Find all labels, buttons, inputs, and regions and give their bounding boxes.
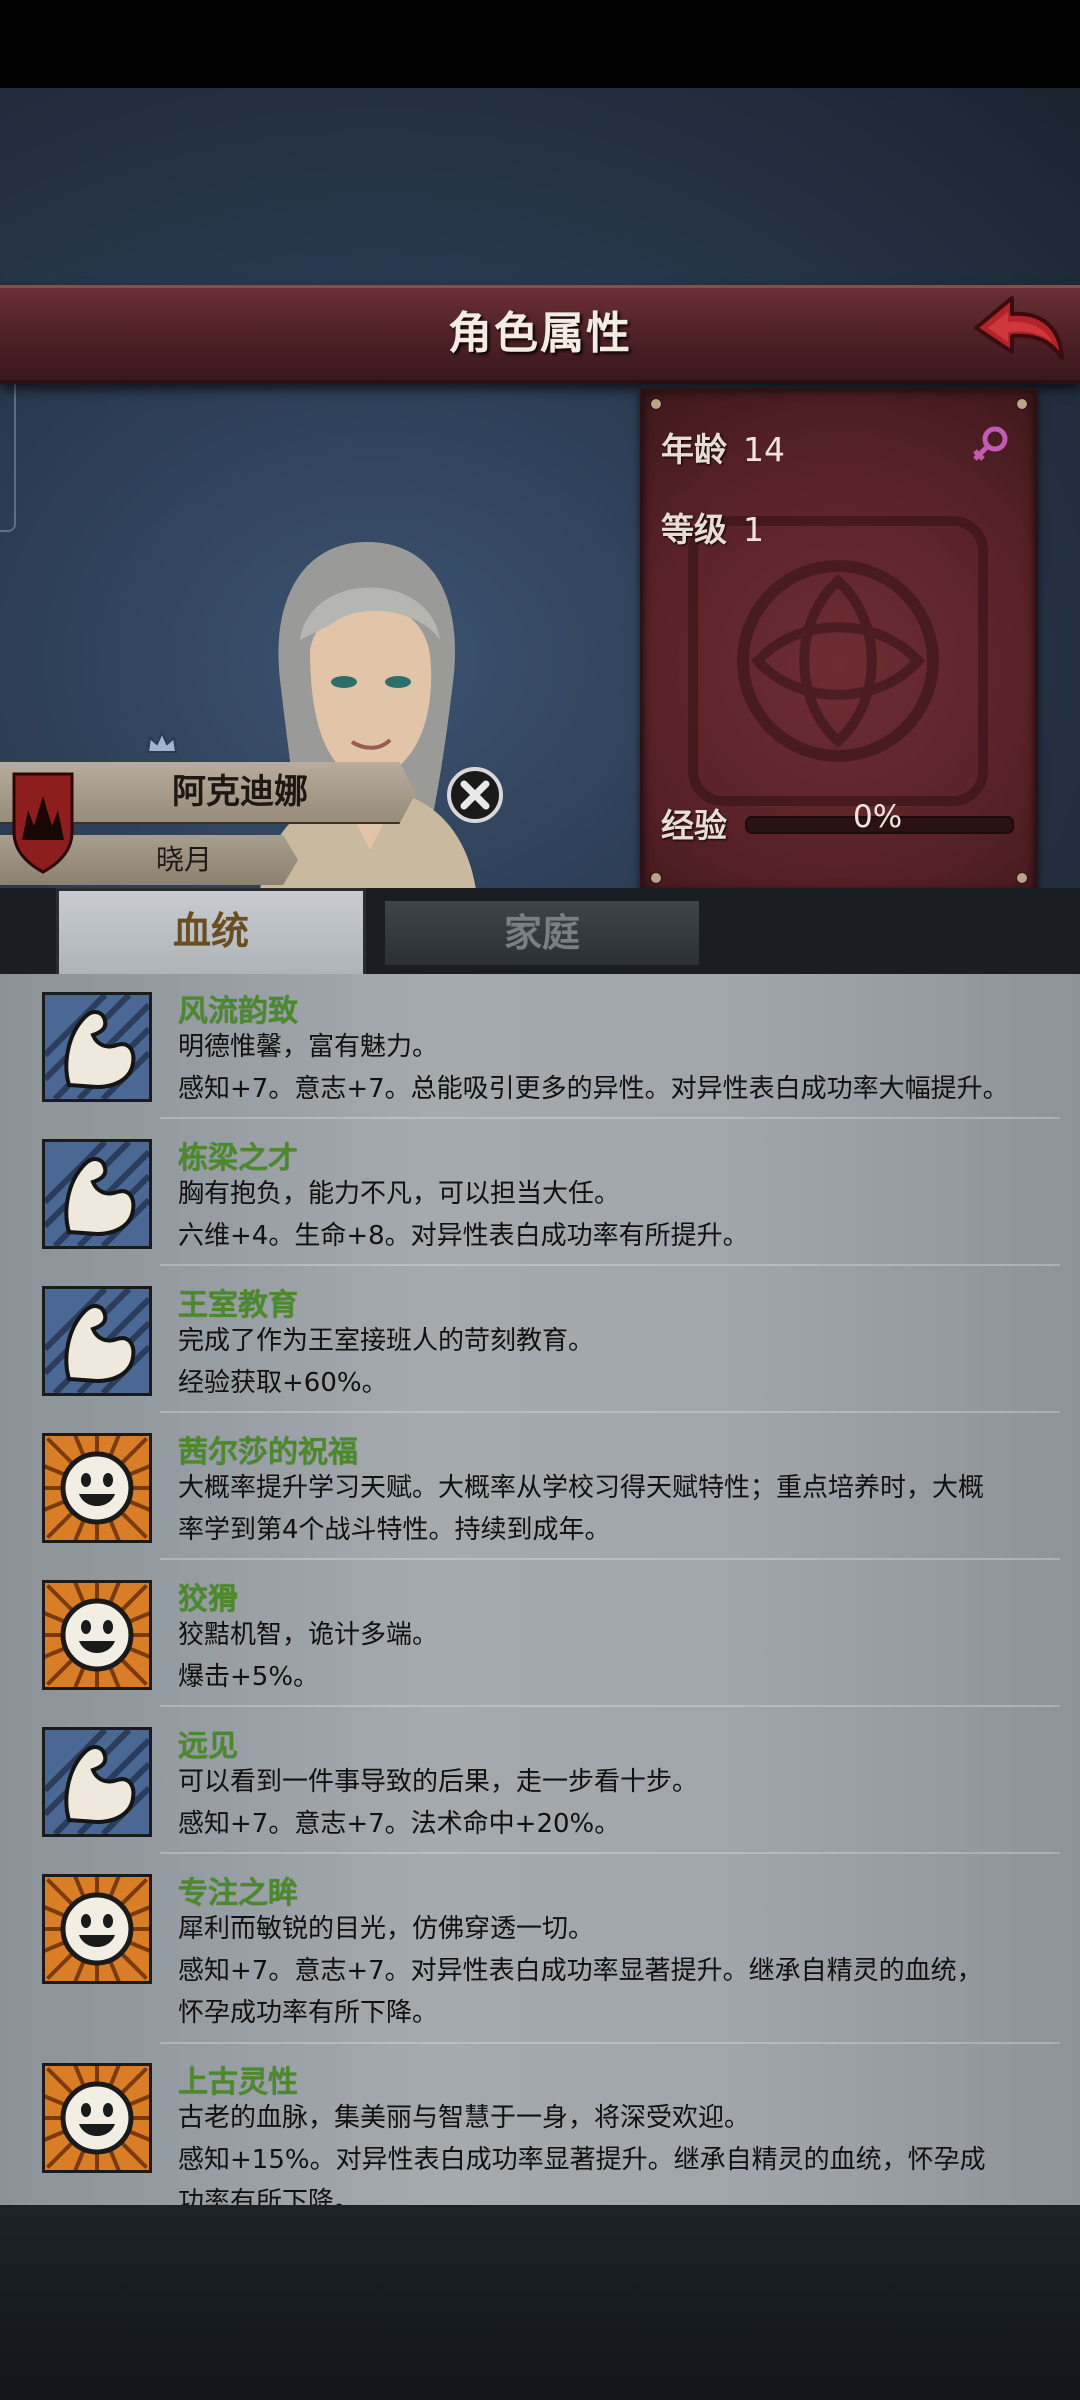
crown-icon: [146, 730, 178, 753]
house-shield-icon: [12, 772, 74, 874]
page-title: 角色属性: [448, 308, 632, 359]
nail: [651, 399, 661, 409]
close-icon[interactable]: [446, 766, 504, 824]
trait-name: 专注之眸: [178, 1876, 298, 1911]
trait-description-line: 明德惟馨，富有魅力。: [178, 1032, 439, 1062]
celtic-knot-emblem: [688, 516, 988, 806]
age-label: 年龄: [661, 430, 727, 469]
trait-description-line: 经验获取+60%。: [178, 1368, 388, 1398]
status-bar: [0, 0, 1080, 88]
trait-separator: [160, 1558, 1060, 1560]
trait-separator: [160, 1705, 1060, 1707]
smiley-icon: [42, 1580, 152, 1690]
trait-description-line: 感知+7。意志+7。对异性表白成功率显著提升。继承自精灵的血统，: [178, 1956, 983, 1986]
age-value: 14: [743, 430, 785, 469]
trait-separator: [160, 2042, 1060, 2044]
trait-name: 王室教育: [178, 1288, 298, 1323]
exp-value: 0%: [853, 799, 903, 835]
bottom-area: [0, 2205, 1080, 2400]
tab-family[interactable]: 家庭: [382, 898, 702, 968]
trait-separator: [160, 1411, 1060, 1413]
nail: [1017, 873, 1027, 883]
trait-description-line: 怀孕成功率有所下降。: [178, 1998, 439, 2028]
trait-description-line: 大概率提升学习天赋。大概率从学校习得天赋特性；重点培养时，大概: [178, 1473, 985, 1503]
muscle-icon: [42, 1286, 152, 1396]
trait-name: 上古灵性: [178, 2065, 298, 2100]
trait-description-line: 六维+4。生命+8。对异性表白成功率有所提升。: [178, 1221, 749, 1251]
trait-description-line: 功率有所下降。: [178, 2187, 361, 2205]
trait-description-line: 可以看到一件事导致的后果，走一步看十步。: [178, 1767, 699, 1797]
trait-description-line: 感知+7。意志+7。法术命中+20%。: [178, 1809, 621, 1839]
stats-panel: 年龄 14 等级 1 经验 0%: [640, 388, 1038, 894]
back-arrow-icon[interactable]: [968, 288, 1068, 370]
trait-name: 茜尔莎的祝福: [178, 1435, 358, 1470]
exp-label: 经验: [661, 806, 727, 845]
trait-separator: [160, 1117, 1060, 1119]
trait-description-line: 感知+15%。对异性表白成功率显著提升。继承自精灵的血统，怀孕成: [178, 2145, 986, 2175]
level-value: 1: [743, 510, 764, 549]
trait-description-line: 犀利而敏锐的目光，仿佛穿透一切。: [178, 1914, 595, 1944]
trait-name: 风流韵致: [178, 994, 298, 1029]
level-label: 等级: [661, 510, 727, 549]
trait-name: 狡猾: [178, 1582, 238, 1617]
smiley-icon: [42, 1874, 152, 1984]
trait-list[interactable]: 风流韵致 明德惟馨，富有魅力。感知+7。意志+7。总能吸引更多的异性。对异性表白成…: [0, 974, 1080, 2205]
trait-description-line: 狡黠机智，诡计多端。: [178, 1620, 439, 1650]
trait-description-line: 胸有抱负，能力不凡，可以担当大任。: [178, 1179, 621, 1209]
trait-name: 远见: [178, 1729, 238, 1764]
nail: [1017, 399, 1027, 409]
trait-description-line: 感知+7。意志+7。总能吸引更多的异性。对异性表白成功率大幅提升。: [178, 1074, 1009, 1104]
title-banner: 角色属性: [0, 285, 1080, 384]
age-row: 年龄 14: [661, 423, 785, 471]
muscle-icon: [42, 1139, 152, 1249]
trait-name: 栋梁之才: [178, 1141, 298, 1176]
muscle-icon: [42, 1727, 152, 1837]
smiley-icon: [42, 1433, 152, 1543]
trait-description-line: 古老的血脉，集美丽与智慧于一身，将深受欢迎。: [178, 2103, 751, 2133]
trait-description-line: 爆击+5%。: [178, 1662, 320, 1692]
trait-separator: [160, 1264, 1060, 1266]
nail: [651, 873, 661, 883]
trait-description-line: 率学到第4个战斗特性。持续到成年。: [178, 1515, 611, 1545]
muscle-icon: [42, 992, 152, 1102]
trait-separator: [160, 1852, 1060, 1854]
tab-bloodline[interactable]: 血统: [56, 888, 366, 987]
tab-bar: 血统 家庭: [0, 888, 1080, 987]
smiley-icon: [42, 2063, 152, 2173]
female-icon: [973, 426, 1008, 461]
trait-description-line: 完成了作为王室接班人的苛刻教育。: [178, 1326, 595, 1356]
level-row: 等级 1: [661, 503, 764, 551]
exp-row: 经验: [661, 799, 727, 847]
